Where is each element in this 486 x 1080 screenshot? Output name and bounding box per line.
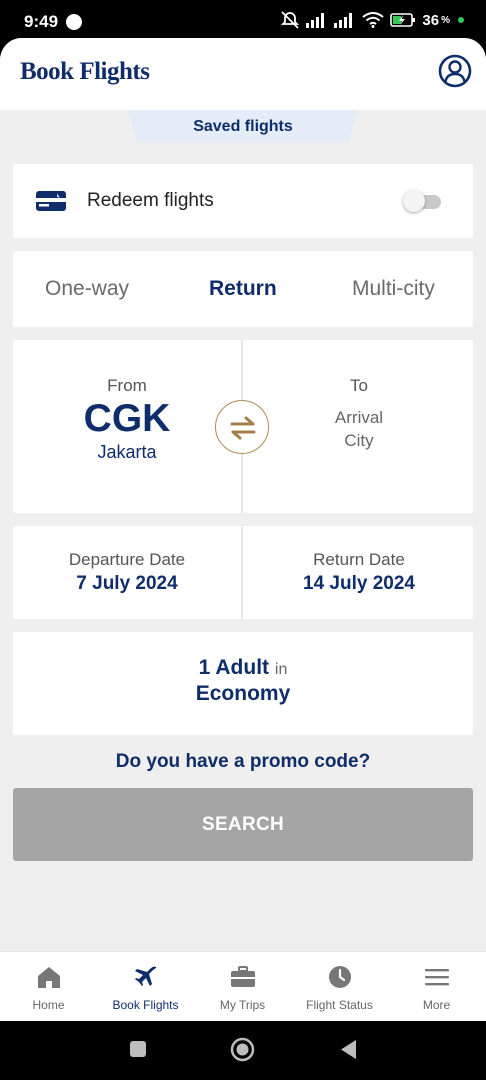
trip-option-multi-city[interactable]: Multi-city: [352, 277, 435, 301]
passenger-count: 1 Adult: [198, 656, 270, 679]
nav-my-trips[interactable]: My Trips: [194, 952, 291, 1021]
app-screen: Book Flights Saved flights Redeem flight…: [0, 38, 486, 1021]
system-navigation-bar: [0, 1021, 486, 1080]
return-date-value: 14 July 2024: [303, 573, 415, 594]
trip-option-return[interactable]: Return: [209, 277, 277, 301]
redeem-flights-label: Redeem flights: [87, 190, 214, 211]
signal-icon: [306, 13, 325, 28]
passenger-summary: 1 Adult in: [13, 656, 473, 680]
wifi-icon: [362, 12, 385, 28]
status-icons: 36 %: [280, 11, 464, 29]
app-header: Book Flights: [0, 38, 486, 110]
recent-apps-icon[interactable]: [129, 1040, 147, 1058]
redeem-flights-card: Redeem flights: [13, 164, 473, 238]
trip-option-one-way[interactable]: One-way: [45, 277, 129, 301]
user-circle-icon: [438, 54, 472, 88]
nav-flight-status-label: Flight Status: [306, 998, 373, 1012]
cabin-class: Economy: [195, 682, 291, 705]
toggle-knob: [403, 190, 425, 212]
notification-dot-icon: [66, 14, 82, 30]
redeem-flights-toggle[interactable]: [403, 190, 441, 212]
swap-arrows-icon: [230, 416, 256, 440]
passenger-in-text: in: [274, 661, 288, 678]
profile-button[interactable]: [438, 54, 472, 88]
dates-divider: [241, 526, 243, 619]
destination-placeholder-line1: Arrival: [334, 408, 384, 427]
nav-home-label: Home: [32, 998, 65, 1012]
status-bar: 9:49 36 %: [0, 0, 486, 40]
briefcase-icon: [231, 966, 255, 987]
home-button-icon[interactable]: [230, 1037, 255, 1062]
swap-route-button[interactable]: [215, 400, 269, 454]
origin-code: CGK: [83, 397, 171, 440]
return-date-label: Return Date: [313, 550, 405, 569]
origin-field[interactable]: From CGK Jakarta: [13, 376, 241, 463]
clock-icon: [329, 966, 351, 988]
nav-more[interactable]: More: [388, 952, 485, 1021]
search-button[interactable]: SEARCH: [13, 788, 473, 861]
nav-my-trips-label: My Trips: [219, 998, 266, 1012]
trip-type-selector: One-way Return Multi-city: [13, 251, 473, 327]
departure-date-value: 7 July 2024: [76, 573, 178, 594]
passengers-cabin-field[interactable]: 1 Adult in Economy: [13, 632, 473, 735]
signal-icon-2: [334, 13, 353, 28]
return-date-field[interactable]: Return Date 14 July 2024: [245, 550, 473, 595]
battery-icon: [390, 13, 416, 27]
battery-percent: 36: [422, 11, 440, 29]
nav-book-flights-label: Book Flights: [112, 998, 179, 1012]
percent-sign: %: [441, 14, 450, 26]
mute-icon: [281, 11, 300, 29]
home-icon: [38, 967, 60, 988]
card-icon: [36, 191, 66, 211]
nav-flight-status[interactable]: Flight Status: [291, 952, 388, 1021]
dates-card: Departure Date 7 July 2024 Return Date 1…: [13, 526, 473, 619]
nav-home[interactable]: Home: [0, 952, 97, 1021]
saved-flights-label[interactable]: Saved flights: [0, 118, 486, 136]
status-time: 9:49: [24, 12, 59, 31]
page-title: Book Flights: [20, 58, 150, 85]
back-icon[interactable]: [339, 1039, 357, 1060]
bottom-navigation: Home Book Flights My Trips Flight Status: [0, 951, 486, 1021]
route-card: From CGK Jakarta To Arrival City: [13, 340, 473, 513]
departure-date-label: Departure Date: [68, 550, 186, 569]
promo-code-link[interactable]: Do you have a promo code?: [0, 751, 486, 773]
to-label: To: [350, 376, 368, 395]
plane-icon: [135, 966, 157, 986]
destination-placeholder-line2: City: [344, 431, 374, 450]
from-label: From: [107, 376, 147, 395]
destination-field[interactable]: To Arrival City: [245, 376, 473, 452]
menu-icon: [425, 969, 449, 986]
nav-book-flights[interactable]: Book Flights: [97, 952, 194, 1021]
departure-date-field[interactable]: Departure Date 7 July 2024: [13, 550, 241, 595]
privacy-indicator-icon: [458, 17, 464, 23]
nav-more-label: More: [422, 998, 451, 1012]
origin-city: Jakarta: [97, 442, 157, 462]
